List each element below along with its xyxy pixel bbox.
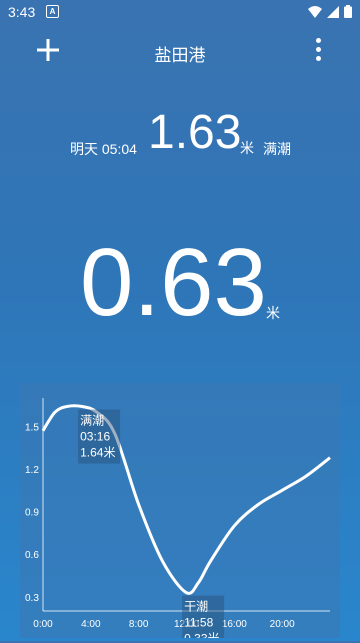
wifi-icon (308, 5, 322, 18)
next-tide: 明天 05:04 1.63 米 满潮 (0, 105, 360, 165)
tide-chart-svg: 1.51.20.90.60.30:004:008:0012:0016:0020:… (25, 398, 331, 643)
current-tide-height: 0.63 (80, 229, 267, 336)
current-tide: 0.63 米 (0, 233, 360, 343)
notification-icon: A (46, 5, 59, 18)
x-tick-label: 16:00 (222, 619, 247, 630)
y-tick-label: 1.2 (25, 465, 39, 476)
annotation-text: 1.64米 (80, 446, 115, 460)
y-tick-label: 1.5 (25, 422, 39, 433)
page-title: 盐田港 (154, 46, 206, 65)
next-tide-time: 明天 05:04 (70, 141, 137, 157)
x-tick-label: 20:00 (270, 619, 295, 630)
annotation-text: 03:16 (80, 430, 110, 444)
annotation-text: 干潮 (184, 599, 208, 614)
x-tick-label: 0:00 (33, 619, 53, 630)
x-tick-label: 8:00 (129, 619, 149, 630)
tide-chart: 1.51.20.90.60.30:004:008:0012:0016:0020:… (20, 383, 340, 643)
annotation-text: 0.33米 (184, 632, 219, 638)
signal-icon (327, 5, 339, 18)
next-tide-height: 1.63 (148, 106, 242, 159)
more-vert-icon[interactable] (314, 38, 322, 64)
current-tide-unit: 米 (266, 305, 280, 321)
status-icons (308, 5, 352, 18)
status-time: 3:43 (8, 4, 36, 20)
annotation-text: 满潮 (80, 413, 104, 428)
y-tick-label: 0.9 (25, 508, 39, 519)
annotation-text: 11:58 (184, 616, 213, 630)
y-tick-label: 0.3 (25, 593, 39, 604)
x-tick-label: 4:00 (81, 619, 101, 630)
app-bar: 盐田港 (0, 24, 360, 80)
next-tide-unit: 米 (240, 140, 254, 156)
y-tick-label: 0.6 (25, 550, 39, 561)
status-bar: 3:43 A (0, 0, 360, 24)
next-tide-type: 满潮 (263, 141, 291, 157)
battery-icon (344, 5, 352, 18)
